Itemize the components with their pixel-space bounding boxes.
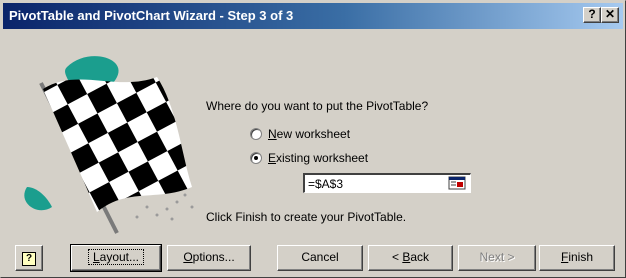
new-worksheet-label: New worksheet <box>268 127 351 141</box>
new-worksheet-radio[interactable] <box>250 128 262 140</box>
title-close-button[interactable]: ✕ <box>601 7 619 23</box>
options-button[interactable]: Options... <box>167 245 251 271</box>
existing-worksheet-label: Existing worksheet <box>268 151 369 165</box>
title-bar[interactable]: PivotTable and PivotChart Wizard - Step … <box>3 3 623 29</box>
finish-button[interactable]: Finish <box>539 245 615 271</box>
cancel-button[interactable]: Cancel <box>277 245 363 271</box>
title-help-button[interactable]: ? <box>583 7 601 23</box>
finish-instruction: Click Finish to create your PivotTable. <box>206 210 407 224</box>
dialog-title: PivotTable and PivotChart Wizard - Step … <box>9 8 294 23</box>
layout-button[interactable]: Layout... <box>70 244 162 272</box>
cell-reference-input[interactable]: =$A$3 <box>303 173 471 193</box>
existing-worksheet-radio[interactable] <box>250 152 262 164</box>
next-button[interactable]: Next > <box>458 245 536 271</box>
cell-reference-value: =$A$3 <box>308 177 344 191</box>
checkered-flag-icon <box>24 56 194 234</box>
collapse-dialog-icon[interactable] <box>448 176 466 190</box>
placement-question: Where do you want to put the PivotTable? <box>206 99 429 113</box>
wizard-dialog: PivotTable and PivotChart Wizard - Step … <box>0 0 626 278</box>
radio-selected-dot <box>254 156 258 160</box>
back-button[interactable]: < Back <box>368 245 453 271</box>
help-button[interactable]: ? <box>15 245 43 271</box>
help-icon: ? <box>22 252 36 266</box>
